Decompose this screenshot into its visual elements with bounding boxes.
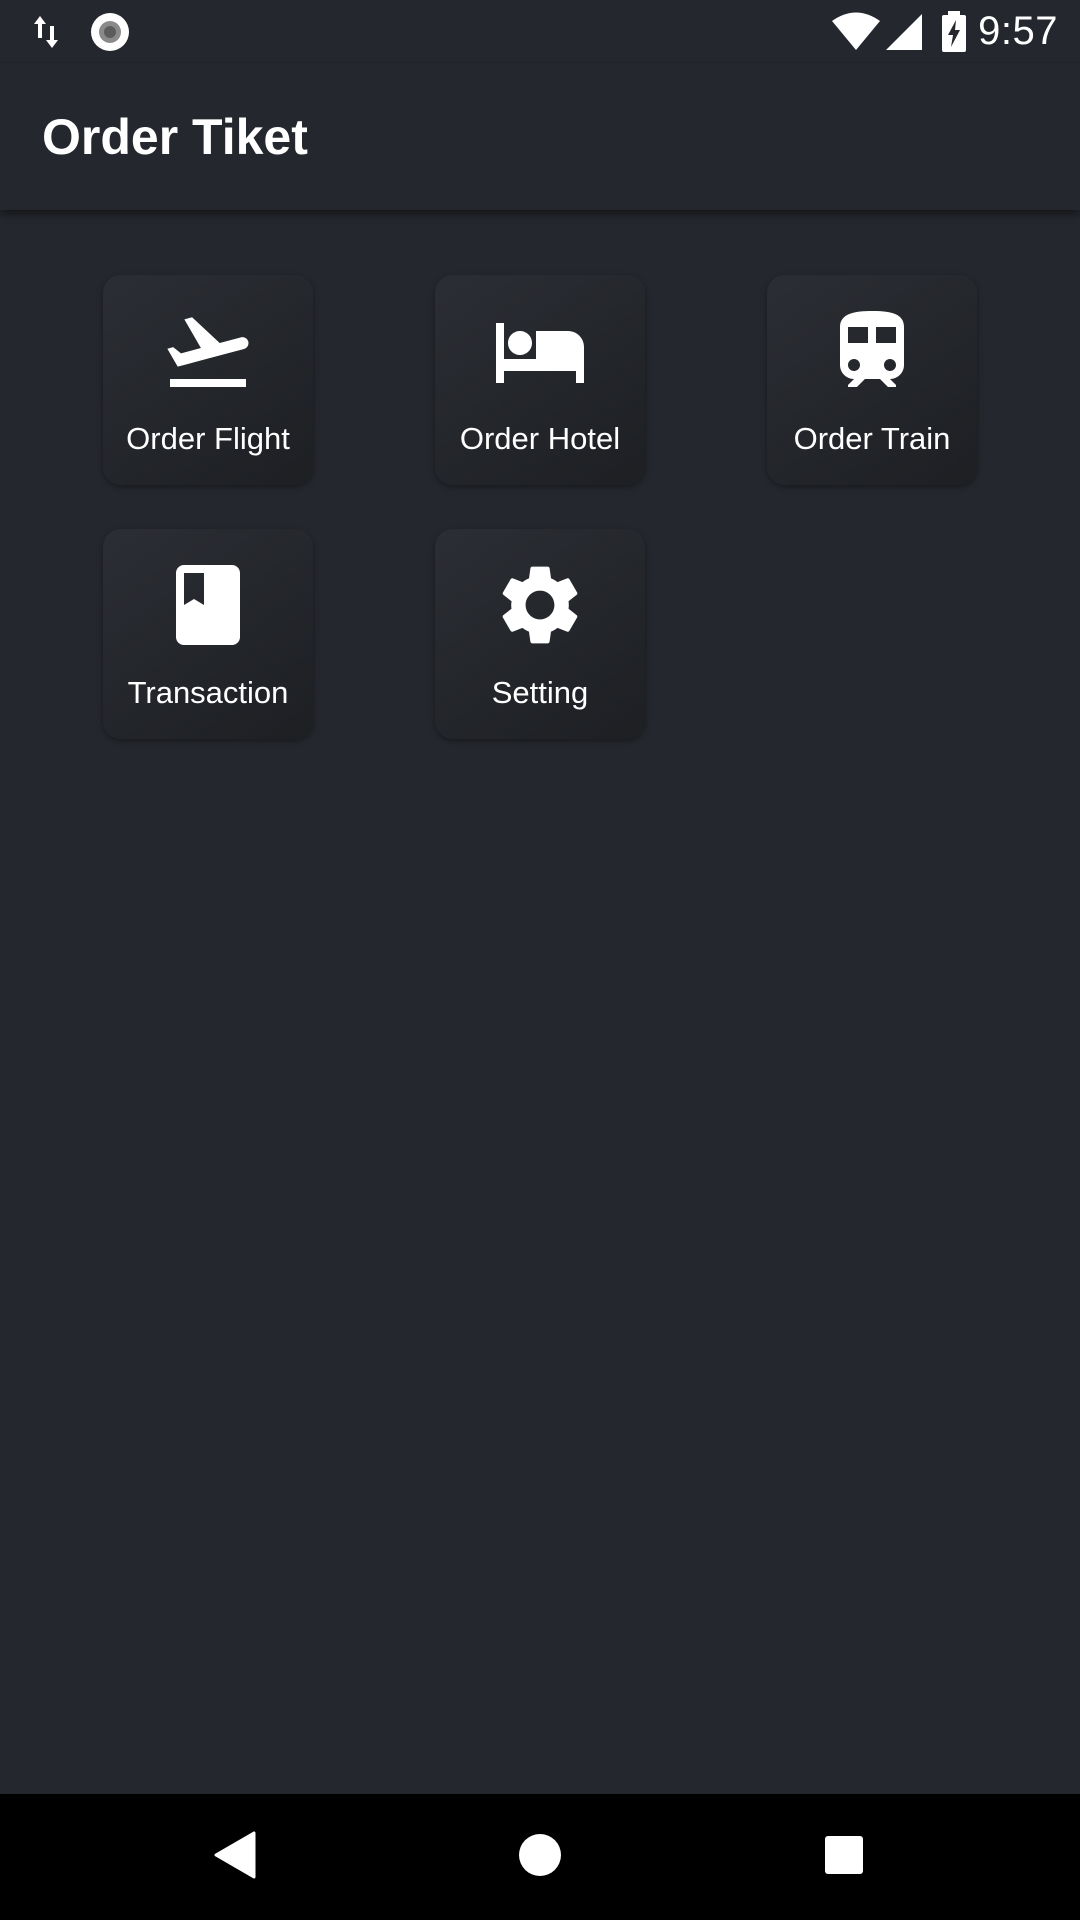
order-flight-button[interactable]: Order Flight — [103, 275, 313, 485]
back-button[interactable] — [176, 1794, 296, 1920]
page-title: Order Tiket — [42, 109, 308, 165]
battery-charging-icon — [940, 0, 968, 63]
order-train-button[interactable]: Order Train — [767, 275, 977, 485]
back-icon — [214, 1831, 258, 1884]
transaction-label: Transaction — [127, 675, 289, 710]
train-icon — [767, 303, 977, 399]
recents-button[interactable] — [784, 1794, 904, 1920]
record-icon — [88, 0, 132, 63]
order-train-label: Order Train — [793, 421, 951, 456]
order-hotel-label: Order Hotel — [459, 421, 621, 456]
home-button[interactable] — [480, 1794, 600, 1920]
order-flight-label: Order Flight — [126, 421, 290, 456]
menu-grid: Order Flight Order Hotel Order Train Tra… — [0, 210, 1080, 1794]
app-bar: Order Tiket — [0, 63, 1080, 210]
transaction-button[interactable]: Transaction — [103, 529, 313, 739]
recents-icon — [824, 1835, 864, 1880]
book-icon — [103, 557, 313, 653]
home-icon — [518, 1833, 562, 1882]
cell-signal-icon — [884, 0, 924, 63]
setting-label: Setting — [491, 675, 589, 710]
data-transfer-icon — [30, 0, 64, 63]
wifi-icon — [830, 0, 882, 63]
hotel-bed-icon — [435, 303, 645, 399]
setting-button[interactable]: Setting — [435, 529, 645, 739]
flight-takeoff-icon — [103, 303, 313, 399]
gear-icon — [435, 557, 645, 653]
status-time: 9:57 — [978, 9, 1058, 53]
status-bar: 9:57 — [0, 0, 1080, 63]
navigation-bar — [0, 1794, 1080, 1920]
order-hotel-button[interactable]: Order Hotel — [435, 275, 645, 485]
screen: 9:57 Order Tiket Order Flight Order Hote… — [0, 0, 1080, 1920]
